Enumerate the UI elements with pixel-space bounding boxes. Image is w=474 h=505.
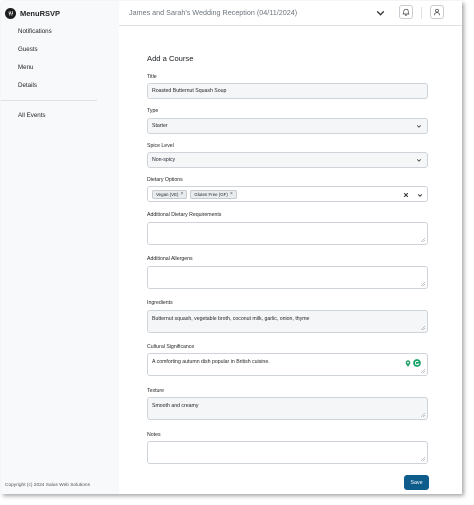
- chip-label: Gluten Free (GF): [194, 191, 228, 197]
- topbar-separator: [421, 7, 422, 19]
- cultural-label: Cultural Significance: [147, 344, 195, 350]
- clear-all-icon[interactable]: [403, 192, 409, 198]
- bell-icon: [402, 8, 410, 16]
- save-button[interactable]: Save: [404, 475, 429, 490]
- brand[interactable]: MenuRSVP: [5, 5, 60, 21]
- spice-level-select[interactable]: Non-spicy: [147, 152, 428, 168]
- grammar-assistant-icon[interactable]: [413, 359, 421, 367]
- texture-value: Smooth and creamy: [152, 403, 199, 409]
- spice-label: Spice Level: [147, 143, 174, 149]
- type-select[interactable]: Starter: [147, 118, 428, 134]
- sidebar-item-details[interactable]: Details: [1, 77, 119, 95]
- additional-dietary-textarea[interactable]: [147, 222, 428, 245]
- cultural-significance-textarea[interactable]: A comforting autumn dish popular in Brit…: [147, 353, 428, 376]
- main-content: Add a Course Title Roasted Butternut Squ…: [119, 26, 462, 494]
- notes-label: Notes: [147, 432, 161, 438]
- resize-handle-icon[interactable]: [421, 457, 425, 461]
- resize-handle-icon[interactable]: [421, 413, 425, 417]
- title-input[interactable]: Roasted Butternut Squash Soup: [147, 83, 428, 99]
- copyright: Copyright (c) 2024 Salus Web Solutions: [5, 483, 90, 488]
- chip-label: Vegan (VE): [156, 191, 179, 197]
- sidebar: MenuRSVP Notifications Guests Menu Detai…: [1, 1, 119, 494]
- title-label: Title: [147, 74, 157, 80]
- event-title: James and Sarah's Wedding Reception (04/…: [129, 8, 298, 17]
- menu-logo-icon: [5, 7, 16, 19]
- topbar: James and Sarah's Wedding Reception (04/…: [119, 1, 462, 26]
- additional-allergens-textarea[interactable]: [147, 266, 428, 289]
- sidebar-item-all-events[interactable]: All Events: [1, 107, 119, 125]
- brand-name: MenuRSVP: [20, 8, 61, 18]
- sidebar-divider: [1, 100, 97, 101]
- chevron-down-icon[interactable]: [375, 7, 386, 18]
- title-value: Roasted Butternut Squash Soup: [152, 88, 227, 94]
- writing-assistant-icons: [405, 359, 421, 367]
- notes-textarea[interactable]: [147, 441, 428, 464]
- sidebar-item-notifications[interactable]: Notifications: [1, 23, 119, 41]
- additional-allergens-label: Additional Allergens: [147, 256, 193, 262]
- location-pin-icon[interactable]: [405, 359, 411, 367]
- additional-dietary-label: Additional Dietary Requirements: [147, 212, 222, 218]
- app-window: MenuRSVP Notifications Guests Menu Detai…: [1, 1, 462, 494]
- sidebar-item-menu[interactable]: Menu: [1, 59, 119, 77]
- resize-handle-icon[interactable]: [421, 282, 425, 286]
- dietary-chip: Gluten Free (GF) ×: [190, 189, 237, 199]
- dietary-chip: Vegan (VE) ×: [152, 189, 188, 199]
- ingredients-textarea[interactable]: Butternut squash, vegetable broth, cocon…: [147, 310, 428, 333]
- spice-value: Non-spicy: [152, 157, 176, 163]
- resize-handle-icon[interactable]: [421, 238, 425, 242]
- texture-label: Texture: [147, 388, 165, 394]
- chevron-down-icon: [416, 159, 422, 162]
- chevron-down-icon[interactable]: [417, 192, 423, 198]
- notifications-button[interactable]: [399, 5, 413, 19]
- ingredients-value: Butternut squash, vegetable broth, cocon…: [152, 316, 310, 322]
- sidebar-item-guests[interactable]: Guests: [1, 41, 119, 59]
- ingredients-label: Ingredients: [147, 300, 173, 306]
- remove-chip-icon[interactable]: ×: [230, 191, 233, 197]
- remove-chip-icon[interactable]: ×: [180, 191, 183, 197]
- page-title: Add a Course: [147, 54, 194, 63]
- cultural-value: A comforting autumn dish popular in Brit…: [152, 359, 270, 365]
- chevron-down-icon: [416, 125, 422, 128]
- dietary-label: Dietary Options: [147, 177, 183, 183]
- texture-textarea[interactable]: Smooth and creamy: [147, 397, 428, 420]
- user-menu-button[interactable]: [430, 5, 444, 19]
- user-icon: [434, 8, 440, 16]
- resize-handle-icon[interactable]: [421, 326, 425, 330]
- sidebar-nav: Notifications Guests Menu Details All Ev…: [1, 23, 119, 125]
- type-label: Type: [147, 108, 159, 114]
- dietary-options-multiselect[interactable]: Vegan (VE) × Gluten Free (GF) ×: [147, 186, 428, 202]
- resize-handle-icon[interactable]: [421, 369, 425, 373]
- type-value: Starter: [152, 123, 168, 129]
